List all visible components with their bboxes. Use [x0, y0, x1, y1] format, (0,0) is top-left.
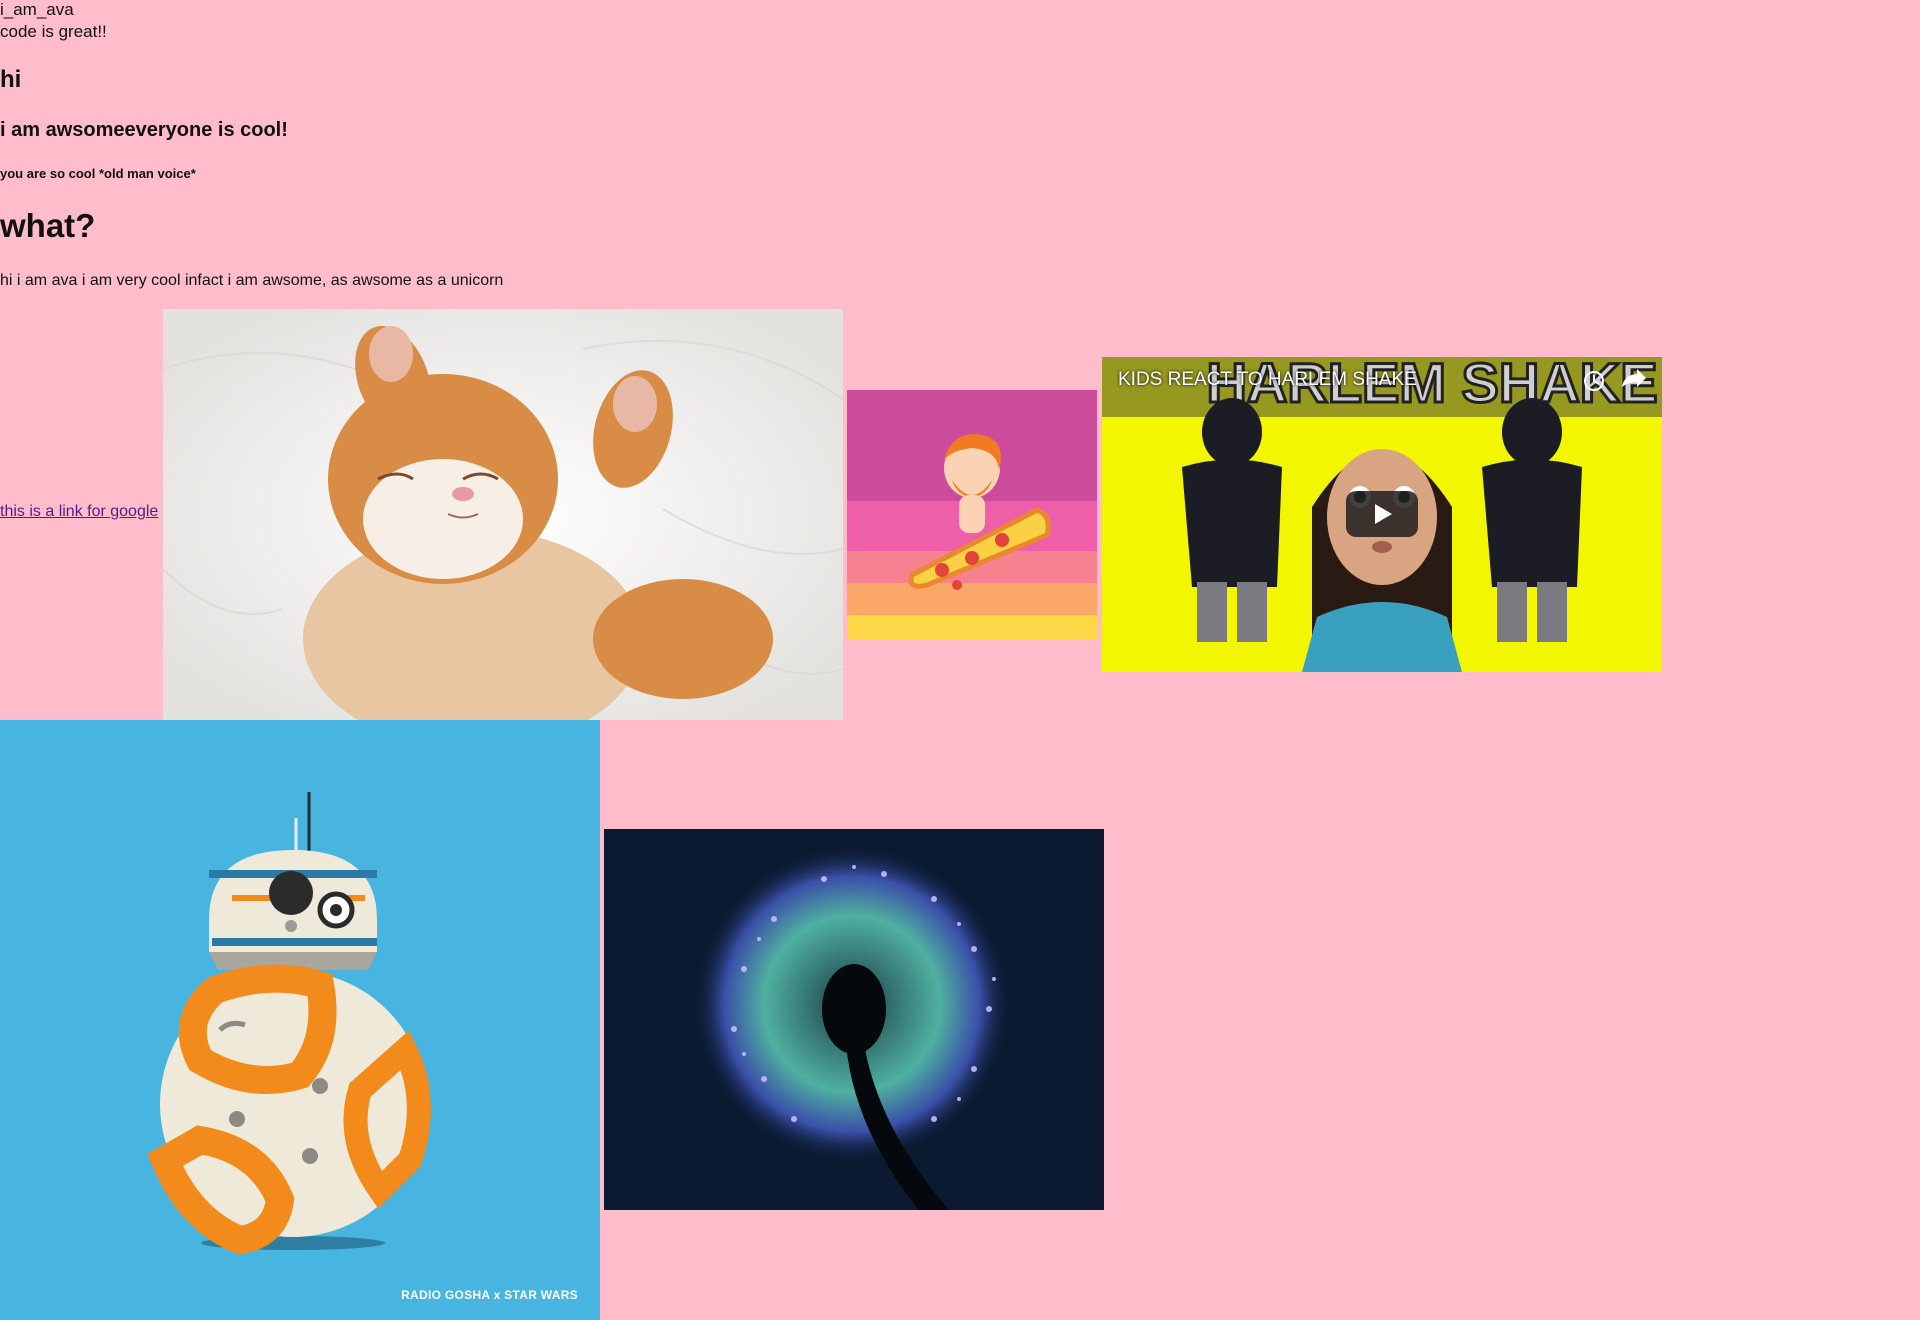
kitten-image: [163, 309, 843, 720]
heading-what: what?: [0, 207, 96, 244]
dandelion-image: [604, 829, 1104, 1210]
page: i_am_ava code is great!! hi i am awsomee…: [0, 0, 1920, 1320]
google-link[interactable]: this is a link for google: [0, 503, 158, 521]
video-title[interactable]: KIDS REACT TO HARLEM SHAKE: [1118, 369, 1417, 391]
intro-paragraph: hi i am ava i am very cool infact i am a…: [0, 272, 504, 289]
video-player[interactable]: HARLEM SHAKE KIDS REACT TO HARLEM SHAKE: [1102, 357, 1662, 672]
heading-hi: hi: [0, 66, 22, 93]
pizza-rider-image: [847, 390, 1097, 640]
bb8-image: RADIO GOSHA x STAR WARS: [0, 720, 600, 1320]
heading-old-man: you are so cool *old man voice*: [0, 166, 196, 181]
bb8-credit: RADIO GOSHA x STAR WARS: [401, 1288, 578, 1302]
tagline: code is great!!: [0, 22, 107, 41]
username: i_am_ava: [0, 0, 74, 19]
heading-awesome: i am awsomeeveryone is cool!: [0, 119, 288, 141]
